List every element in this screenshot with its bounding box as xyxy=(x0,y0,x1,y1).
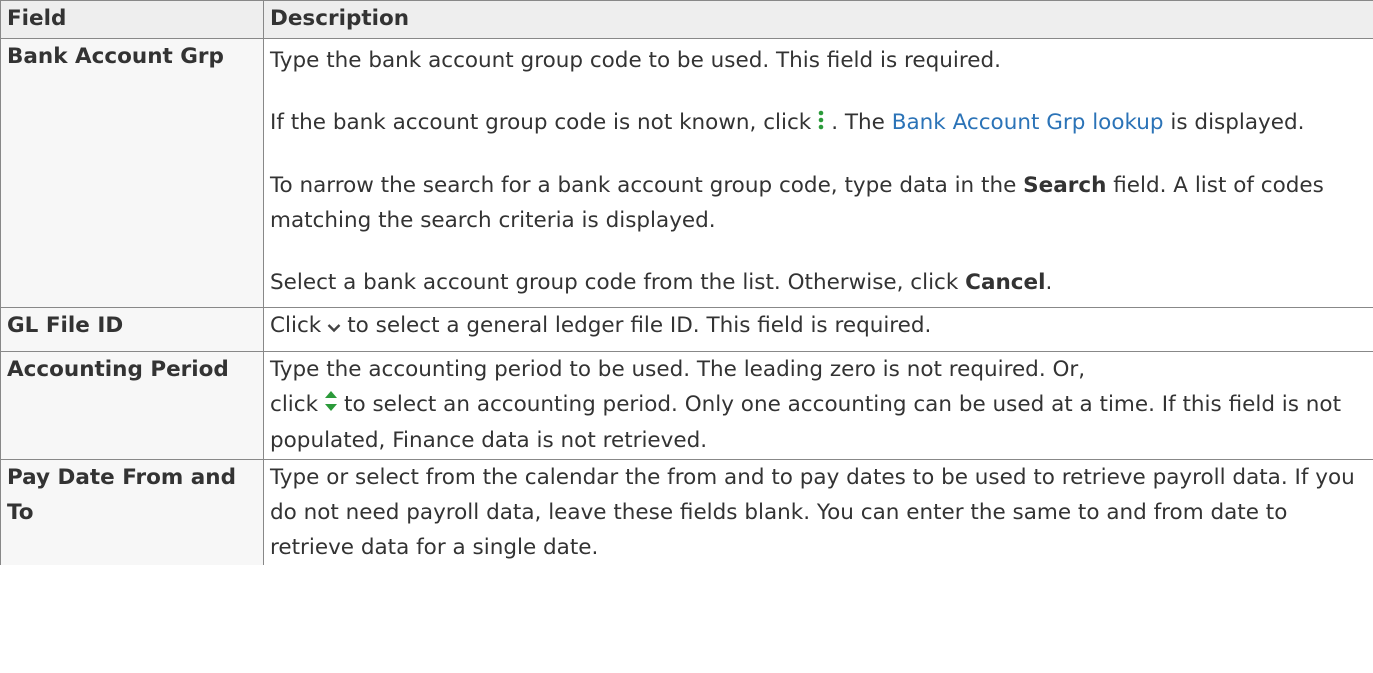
bank-account-grp-lookup-link[interactable]: Bank Account Grp lookup xyxy=(892,110,1164,135)
field-label: GL File ID xyxy=(0,307,264,352)
paragraph: If the bank account group code is not kn… xyxy=(270,105,1367,141)
field-description-table: Field Description Bank Account Grp Type … xyxy=(0,0,1373,565)
field-header: Field xyxy=(0,0,264,39)
field-description: Type or select from the calendar the fro… xyxy=(263,459,1373,565)
table-row: Accounting Period Type the accounting pe… xyxy=(0,351,1373,460)
table-row: Bank Account Grp Type the bank account g… xyxy=(0,38,1373,308)
paragraph: Type the bank account group code to be u… xyxy=(270,48,1001,73)
field-label: Accounting Period xyxy=(0,351,264,460)
description-header: Description xyxy=(263,0,1373,39)
up-down-arrows-icon[interactable] xyxy=(324,388,338,423)
paragraph: Select a bank account group code from th… xyxy=(270,269,1053,295)
field-description: Click to select a general ledger file ID.… xyxy=(263,307,1373,352)
paragraph: To narrow the search for a bank account … xyxy=(270,172,1324,233)
vertical-ellipsis-icon[interactable] xyxy=(817,106,825,141)
field-description: Type the bank account group code to be u… xyxy=(263,38,1373,308)
field-label: Pay Date From and To xyxy=(0,459,264,565)
header-row: Field Description xyxy=(0,0,1373,39)
field-label: Bank Account Grp xyxy=(0,38,264,308)
field-description: Type the accounting period to be used. T… xyxy=(263,351,1373,460)
chevron-down-icon[interactable] xyxy=(327,309,341,344)
table-row: Pay Date From and To Type or select from… xyxy=(0,459,1373,565)
table-row: GL File ID Click to select a general ledg… xyxy=(0,307,1373,352)
